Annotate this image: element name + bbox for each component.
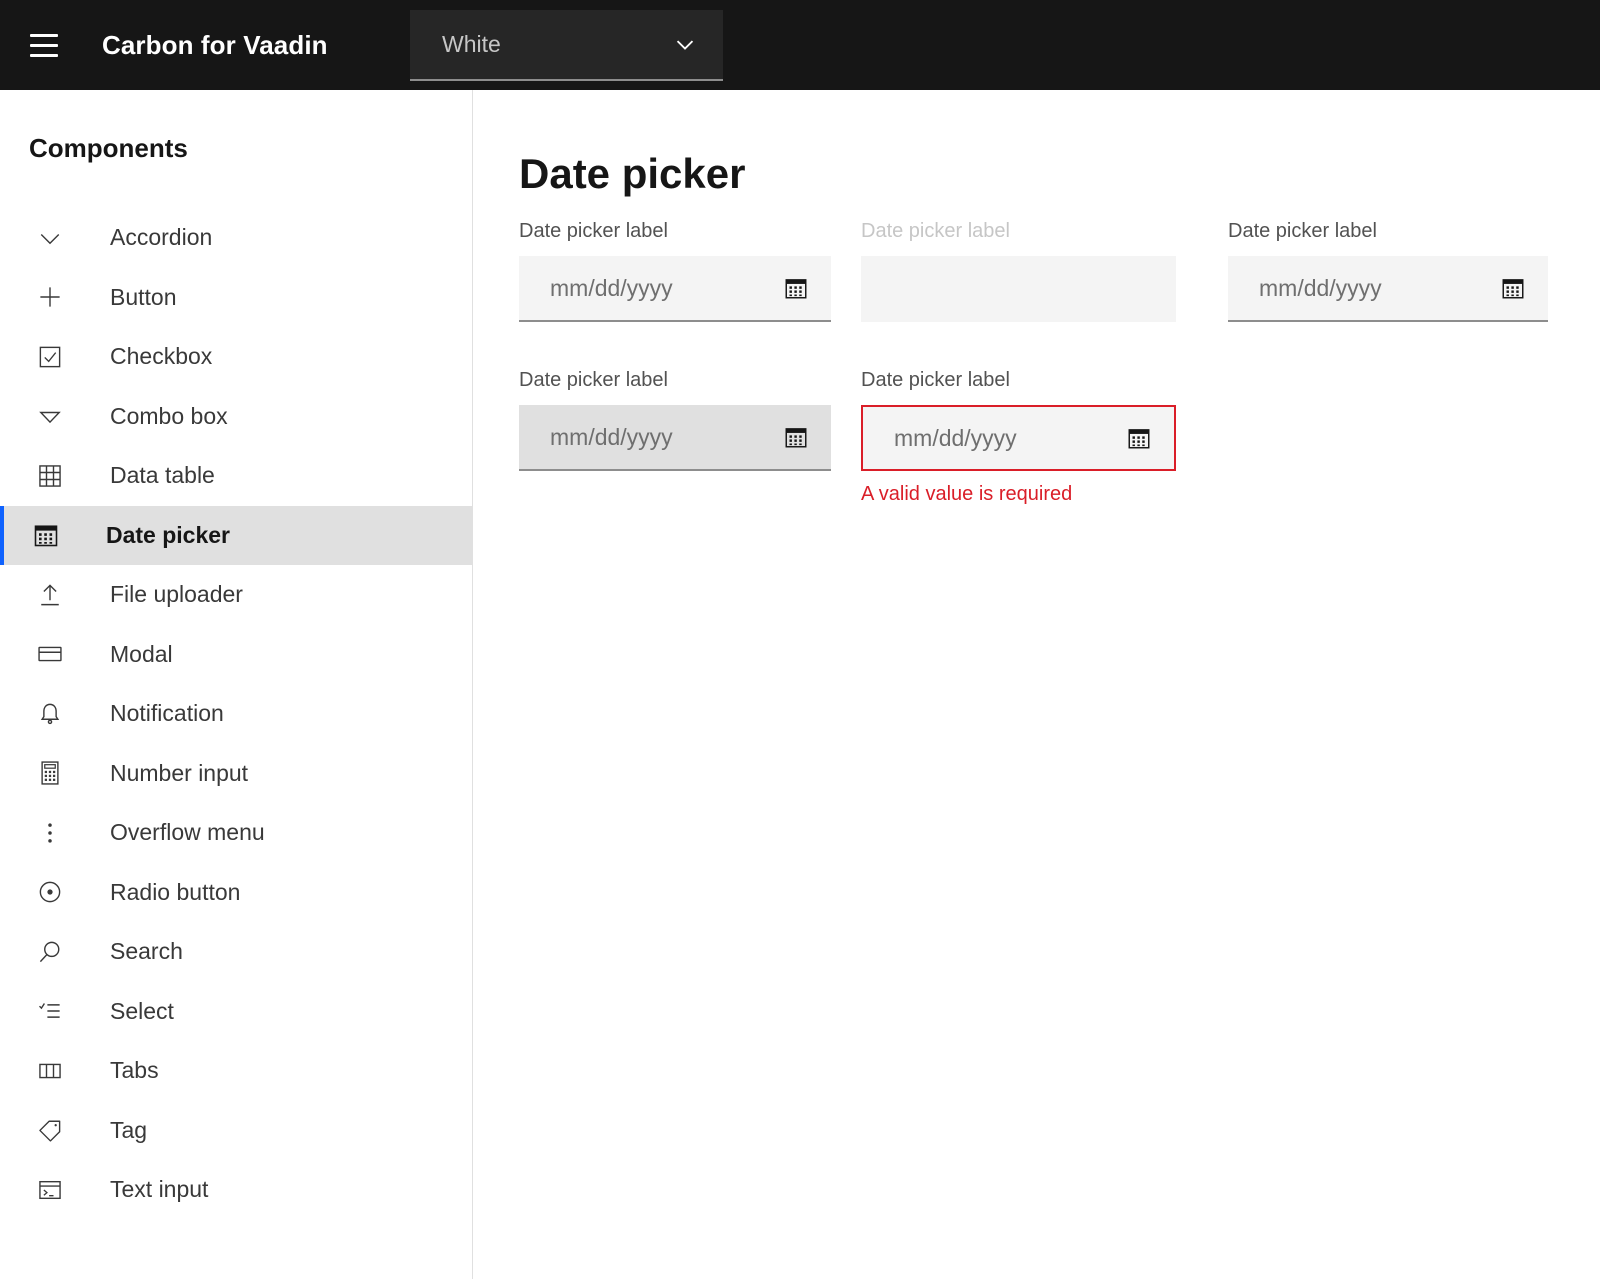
sidebar-item-accordion[interactable]: Accordion xyxy=(0,208,472,268)
app-title: Carbon for Vaadin xyxy=(102,30,328,61)
theme-select[interactable]: White xyxy=(410,10,723,81)
date-picker-placeholder: mm/dd/yyyy xyxy=(550,424,673,451)
sidebar-item-button[interactable]: Button xyxy=(0,268,472,328)
terminal-icon xyxy=(33,1173,67,1207)
calendar-icon[interactable] xyxy=(1500,275,1526,301)
sidebar-item-label: Overflow menu xyxy=(110,819,265,846)
date-picker-hover: Date picker label mm/dd/yyyy xyxy=(519,369,831,471)
sidebar-item-tag[interactable]: Tag xyxy=(0,1101,472,1161)
sidebar-item-label: Tabs xyxy=(110,1057,159,1084)
sidebar-item-number-input[interactable]: Number input xyxy=(0,744,472,804)
bell-icon xyxy=(33,697,67,731)
sidebar-item-label: Notification xyxy=(110,700,224,727)
date-picker-input[interactable]: mm/dd/yyyy xyxy=(519,405,831,471)
sidebar-item-date-picker[interactable]: Date picker xyxy=(0,506,472,566)
sidebar-item-label: Checkbox xyxy=(110,343,212,370)
sidebar-item-text-input[interactable]: Text input xyxy=(0,1160,472,1220)
sidebar-item-label: Date picker xyxy=(106,522,230,549)
search-icon xyxy=(33,935,67,969)
data-table-icon xyxy=(33,459,67,493)
calendar-icon[interactable] xyxy=(1126,425,1152,451)
chevron-down-icon xyxy=(671,31,699,59)
date-picker-placeholder: mm/dd/yyyy xyxy=(1259,275,1382,302)
sidebar-heading: Components xyxy=(29,133,188,164)
sidebar-item-label: Radio button xyxy=(110,879,240,906)
sidebar-item-label: Button xyxy=(110,284,177,311)
theme-select-value: White xyxy=(442,31,501,58)
date-picker-input[interactable]: mm/dd/yyyy xyxy=(861,405,1176,471)
sidebar-item-radio-button[interactable]: Radio button xyxy=(0,863,472,923)
sidebar-item-label: Search xyxy=(110,938,183,965)
sidebar-item-label: File uploader xyxy=(110,581,243,608)
date-picker-label: Date picker label xyxy=(861,220,1176,243)
sidebar-item-label: Text input xyxy=(110,1176,208,1203)
date-picker-default: Date picker label mm/dd/yyyy xyxy=(1228,220,1548,322)
sidebar-item-file-uploader[interactable]: File uploader xyxy=(0,565,472,625)
tabs-icon xyxy=(33,1054,67,1088)
radio-button-icon xyxy=(33,875,67,909)
checkbox-checked-icon xyxy=(33,340,67,374)
sidebar-item-label: Combo box xyxy=(110,403,228,430)
date-picker-label: Date picker label xyxy=(519,369,831,392)
date-picker-input xyxy=(861,256,1176,322)
date-picker-input[interactable]: mm/dd/yyyy xyxy=(519,256,831,322)
chevron-down-icon xyxy=(33,221,67,255)
date-picker-error-message: A valid value is required xyxy=(861,483,1176,506)
sidebar-item-modal[interactable]: Modal xyxy=(0,625,472,685)
plus-icon xyxy=(33,280,67,314)
sidebar-item-label: Data table xyxy=(110,462,215,489)
sidebar-item-checkbox[interactable]: Checkbox xyxy=(0,327,472,387)
sidebar-item-label: Number input xyxy=(110,760,248,787)
date-picker-placeholder: mm/dd/yyyy xyxy=(894,425,1017,452)
sidebar-nav-list: Accordion Button Checkbox Combo box Data tab… xyxy=(0,208,472,1220)
sidebar-item-overflow-menu[interactable]: Overflow menu xyxy=(0,803,472,863)
calendar-icon xyxy=(29,518,63,552)
hamburger-bar xyxy=(30,34,58,37)
app-root: Carbon for Vaadin White Components Accor… xyxy=(0,0,1600,1279)
list-checked-icon xyxy=(33,994,67,1028)
window-icon xyxy=(33,637,67,671)
date-picker-invalid: Date picker label mm/dd/yyyy A valid value… xyxy=(861,369,1176,506)
sidebar: Components Accordion Button Checkbox Combo … xyxy=(0,90,473,1279)
page-title: Date picker xyxy=(519,150,745,198)
app-header: Carbon for Vaadin White xyxy=(0,0,1600,90)
sidebar-item-tabs[interactable]: Tabs xyxy=(0,1041,472,1101)
sidebar-item-label: Select xyxy=(110,998,174,1025)
date-picker-label: Date picker label xyxy=(861,369,1176,392)
upload-icon xyxy=(33,578,67,612)
sidebar-item-label: Modal xyxy=(110,641,173,668)
date-picker-default: Date picker label mm/dd/yyyy xyxy=(519,220,831,322)
calendar-icon[interactable] xyxy=(783,424,809,450)
main-content: Date picker Date picker labelmm/dd/yyyyD… xyxy=(474,90,1600,1279)
calendar-icon[interactable] xyxy=(783,275,809,301)
sidebar-item-select[interactable]: Select xyxy=(0,982,472,1042)
hamburger-bar xyxy=(30,44,58,47)
triangle-down-icon xyxy=(33,399,67,433)
sidebar-item-search[interactable]: Search xyxy=(0,922,472,982)
date-picker-disabled: Date picker label xyxy=(861,220,1176,322)
hamburger-bar xyxy=(30,54,58,57)
sidebar-item-label: Tag xyxy=(110,1117,147,1144)
calculator-icon xyxy=(33,756,67,790)
sidebar-item-data-table[interactable]: Data table xyxy=(0,446,472,506)
date-picker-label: Date picker label xyxy=(1228,220,1548,243)
overflow-vertical-icon xyxy=(33,816,67,850)
sidebar-item-notification[interactable]: Notification xyxy=(0,684,472,744)
date-picker-placeholder: mm/dd/yyyy xyxy=(550,275,673,302)
hamburger-menu-icon[interactable] xyxy=(0,0,88,90)
sidebar-item-label: Accordion xyxy=(110,224,212,251)
date-picker-input[interactable]: mm/dd/yyyy xyxy=(1228,256,1548,322)
date-picker-label: Date picker label xyxy=(519,220,831,243)
tag-icon xyxy=(33,1113,67,1147)
sidebar-item-combo-box[interactable]: Combo box xyxy=(0,387,472,447)
